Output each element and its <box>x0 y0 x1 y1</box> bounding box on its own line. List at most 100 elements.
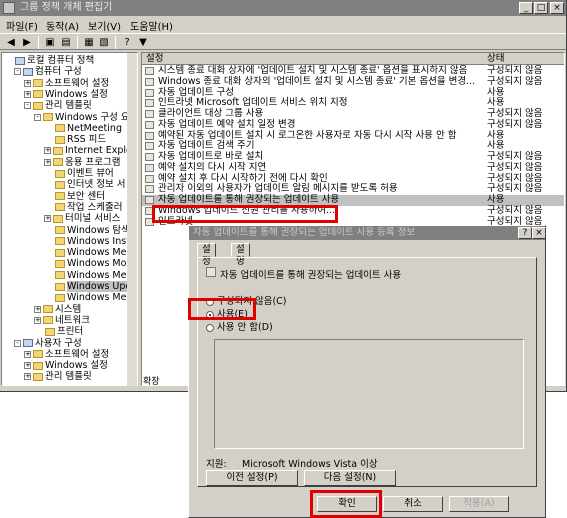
list-row[interactable]: Windows 종료 대화 상자의 '업데이트 설치 및 시스템 종료' 기본 … <box>142 76 564 88</box>
radio-label: 사용 안 함(D) <box>217 322 273 333</box>
toolbar-separator <box>77 36 78 49</box>
tree-item-label: NetMeeting <box>67 122 122 134</box>
dialog-help-button[interactable]: ? <box>518 227 532 239</box>
expand-icon[interactable]: + <box>44 215 51 223</box>
tree-item-label: Windows 설정 <box>45 360 108 372</box>
tab-settings[interactable]: 설정 <box>197 243 216 267</box>
apply-button[interactable]: 적용(A) <box>449 496 509 512</box>
properties-icon[interactable]: ▦ <box>82 36 96 49</box>
folder-icon <box>43 316 53 325</box>
folder-icon <box>33 90 43 99</box>
tree-item[interactable]: + 터미널 서비스 <box>44 213 120 224</box>
tree-item[interactable]: + 소프트웨어 설정 <box>24 78 109 89</box>
cancel-button[interactable]: 취소 <box>383 496 443 512</box>
maximize-button[interactable]: □ <box>534 2 548 14</box>
policy-setting-icon <box>145 153 154 161</box>
tree-item[interactable]: - Windows 구성 요 <box>34 112 130 123</box>
tree-item-label: 시스템 <box>55 303 82 315</box>
menu-file[interactable]: 파일(F) <box>6 18 38 33</box>
expand-icon[interactable]: + <box>34 305 41 313</box>
tree-item[interactable]: - 컴퓨터 구성 <box>14 66 82 77</box>
tree-item[interactable]: - 관리 템플릿 <box>24 100 92 111</box>
up-icon[interactable]: ▣ <box>43 36 57 49</box>
tree-item[interactable]: Windows Me <box>44 247 126 258</box>
tree-item[interactable]: 작업 스케줄러 <box>44 202 122 213</box>
list-row[interactable]: 자동 업데이트 예약 설치 일정 변경 구성되지 않음 <box>142 118 564 131</box>
expand-icon[interactable]: + <box>24 350 31 358</box>
next-setting-button[interactable]: 다음 설정(N) <box>304 470 396 486</box>
expand-icon[interactable]: + <box>24 373 31 381</box>
tab-explain[interactable]: 설명 <box>231 243 250 267</box>
menu-help[interactable]: 도움말(H) <box>130 18 173 33</box>
tree-item[interactable]: Windows Upc <box>44 281 131 292</box>
expand-icon[interactable]: + <box>44 158 51 166</box>
tree-item[interactable]: RSS 피드 <box>44 134 106 145</box>
tree-item[interactable]: - 사용자 구성 <box>14 338 82 349</box>
tree-item[interactable]: 프린터 <box>34 326 83 337</box>
tree-item[interactable]: + 관리 템플릿 <box>24 371 92 382</box>
list-row[interactable]: 예약 설치의 다시 시작 지연 구성되지 않음 <box>142 161 564 174</box>
tree-scrollbar[interactable] <box>127 53 137 386</box>
previous-setting-button[interactable]: 이전 설정(P) <box>206 470 298 486</box>
tree-item[interactable]: Windows Mo <box>44 258 126 269</box>
tree-item[interactable]: Windows 탐색 <box>44 225 130 236</box>
setting-name: 자동 업데이트 예약 설치 일정 변경 <box>158 118 296 130</box>
tree-item-label: Windows Inst <box>67 235 130 247</box>
collapse-icon[interactable]: - <box>14 339 21 347</box>
policy-setting-icon <box>145 88 154 97</box>
tree-item[interactable]: + Windows 설정 <box>24 360 108 371</box>
dialog-close-button[interactable]: × <box>532 227 546 239</box>
collapse-icon[interactable]: - <box>34 113 41 121</box>
refresh-icon[interactable]: ▧ <box>97 36 111 49</box>
tree-item[interactable]: 이벤트 뷰어 <box>44 168 114 179</box>
tree-item[interactable]: 인터넷 정보 서 <box>44 179 125 190</box>
tree-item-label: 응용 프로그램 <box>65 156 121 168</box>
setting-state: 구성되지 않음 <box>487 161 543 173</box>
tree-item[interactable]: + 네트워크 <box>34 315 90 326</box>
collapse-icon[interactable]: - <box>14 68 21 76</box>
tree-item[interactable]: Windows Me <box>44 292 126 303</box>
show-tree-icon[interactable]: ▤ <box>59 36 73 49</box>
column-state[interactable]: 상태 <box>487 53 504 64</box>
menu-bar: 파일(F) 동작(A) 보기(V) 도움말(H) <box>0 16 566 33</box>
expand-icon[interactable]: + <box>24 90 31 98</box>
tree-item[interactable]: 로컬 컴퓨터 정책 <box>4 55 94 66</box>
filter-icon[interactable]: ▼ <box>136 36 150 49</box>
minimize-button[interactable]: _ <box>519 2 533 14</box>
expand-icon[interactable]: + <box>44 147 51 155</box>
console-tree[interactable]: 로컬 컴퓨터 정책 - 컴퓨터 구성 + 소프트웨어 설정 + Windows 설정 - 관리 … <box>1 52 138 386</box>
tree-item-label: Internet Explo <box>65 145 132 157</box>
column-setting[interactable]: 설정 <box>146 53 163 64</box>
folder-icon <box>55 180 65 189</box>
tree-item[interactable]: + 소프트웨어 설정 <box>24 349 109 360</box>
menu-view[interactable]: 보기(V) <box>88 18 121 33</box>
tree-item[interactable]: + 응용 프로그램 <box>44 157 120 168</box>
tree-item[interactable]: + Windows 설정 <box>24 89 108 100</box>
tree-item[interactable]: Windows Me <box>44 270 126 281</box>
tree-item-label: Windows Mo <box>67 258 127 270</box>
folder-icon <box>55 124 65 133</box>
radio-disabled[interactable]: 사용 안 함(D) <box>206 322 273 333</box>
expand-icon[interactable]: + <box>24 79 31 87</box>
close-button[interactable]: × <box>550 2 564 14</box>
tree-item[interactable]: + 시스템 <box>34 304 81 315</box>
tree-item[interactable]: 보안 센터 <box>44 191 105 202</box>
collapse-icon[interactable]: - <box>24 102 31 110</box>
forward-icon[interactable]: ▶ <box>20 36 34 49</box>
policy-setting-icon <box>145 67 154 75</box>
back-icon[interactable]: ◀ <box>4 36 18 49</box>
menu-action[interactable]: 동작(A) <box>46 18 79 33</box>
tab-extended[interactable]: 확장 <box>143 374 160 387</box>
tree-item[interactable]: + Internet Explo <box>44 145 132 156</box>
expand-icon[interactable]: + <box>24 362 31 370</box>
tree-item[interactable]: NetMeeting <box>44 123 122 134</box>
folder-icon <box>33 361 43 370</box>
folder-icon <box>55 203 65 212</box>
expand-icon[interactable]: + <box>34 316 41 324</box>
help-icon[interactable]: ? <box>120 36 134 49</box>
policy-setting-icon <box>145 163 154 172</box>
window-title: 그룹 정책 개체 편집기 <box>20 2 113 13</box>
tree-item[interactable]: Windows Inst <box>44 236 130 247</box>
policy-setting-icon <box>145 174 154 183</box>
policy-setting-icon <box>145 120 154 129</box>
